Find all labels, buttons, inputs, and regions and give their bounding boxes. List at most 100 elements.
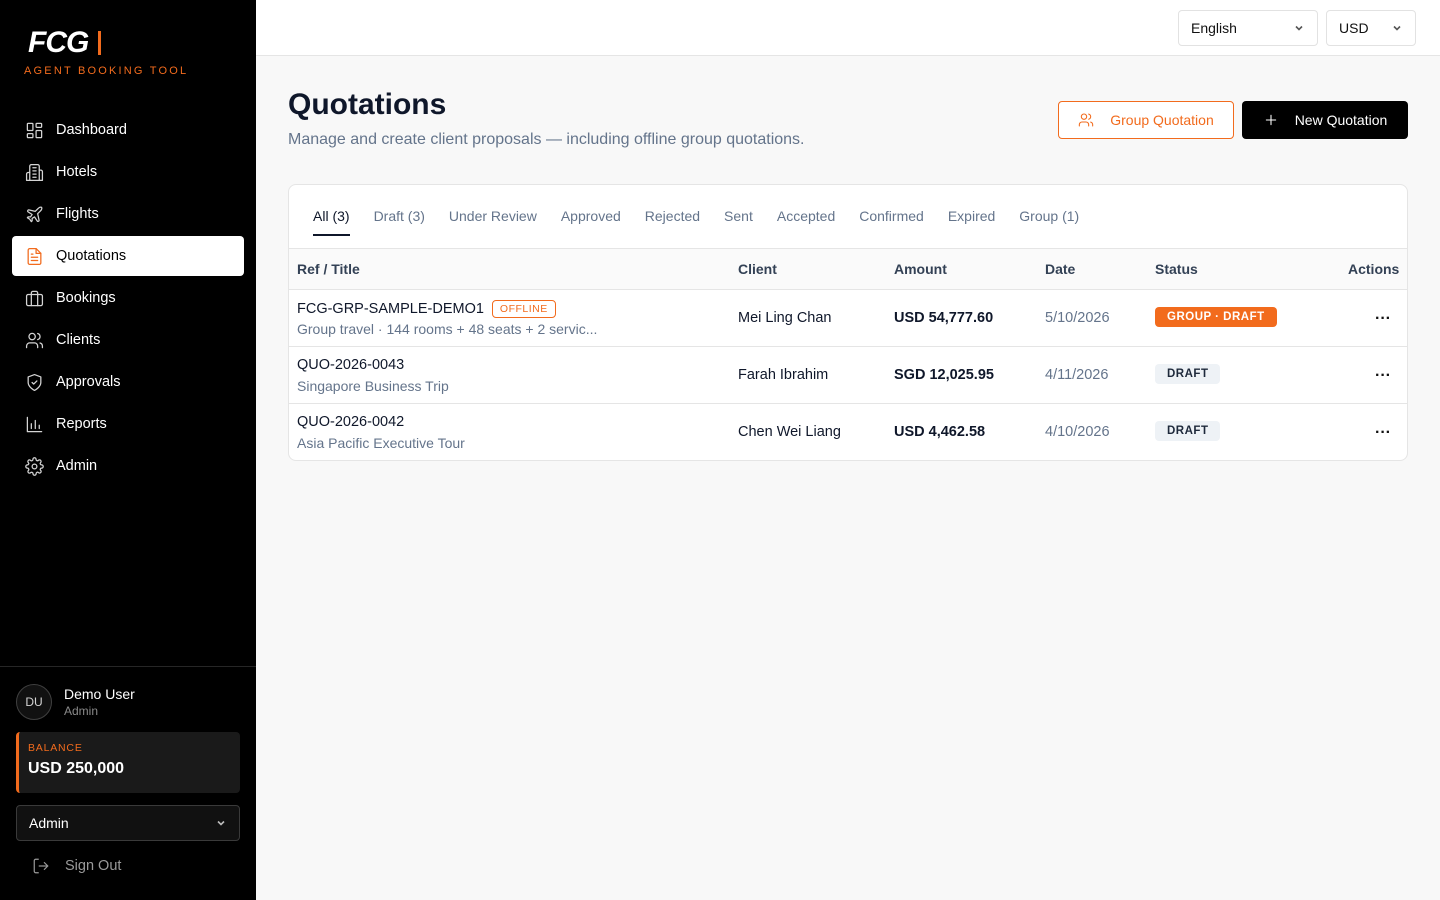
sidebar-item-label: Quotations xyxy=(56,248,127,264)
language-value: English xyxy=(1191,20,1237,36)
new-quotation-label: New Quotation xyxy=(1294,112,1388,128)
chevron-down-icon xyxy=(1393,25,1401,31)
column-header-client[interactable]: Client xyxy=(738,261,777,277)
sidebar-item-clients[interactable]: Clients xyxy=(12,320,244,360)
tab-accepted[interactable]: Accepted xyxy=(777,185,835,235)
logo[interactable]: FCG xyxy=(28,26,102,60)
column-header-status[interactable]: Status xyxy=(1155,261,1198,277)
currency-select[interactable]: USD xyxy=(1326,10,1416,46)
logout-icon xyxy=(33,858,49,874)
more-actions-icon[interactable]: ··· xyxy=(1371,421,1395,445)
sidebar-item-admin[interactable]: Admin xyxy=(12,446,244,486)
tab-draft[interactable]: Draft (3) xyxy=(374,185,425,235)
sign-out-label: Sign Out xyxy=(65,858,122,874)
more-actions-icon[interactable]: ··· xyxy=(1371,364,1395,388)
sidebar-nav: Dashboard Hotels Flights Quotations Book… xyxy=(12,110,244,488)
briefcase-icon xyxy=(24,288,44,308)
client-name: Mei Ling Chan xyxy=(738,310,832,326)
sidebar-item-flights[interactable]: Flights xyxy=(12,194,244,234)
sidebar-item-label: Admin xyxy=(56,458,98,474)
column-header-actions: Actions xyxy=(1348,261,1400,277)
document-icon xyxy=(24,246,44,266)
group-quotation-label: Group Quotation xyxy=(1110,112,1214,128)
tab-expired[interactable]: Expired xyxy=(948,185,995,235)
currency-value: USD xyxy=(1339,20,1369,36)
table-header: Ref / Title Client Amount Date Status Ac… xyxy=(289,248,1407,290)
sidebar-item-label: Hotels xyxy=(56,164,98,180)
sidebar-item-hotels[interactable]: Hotels xyxy=(12,152,244,192)
sidebar-item-reports[interactable]: Reports xyxy=(12,404,244,444)
quotation-ref[interactable]: QUO-2026-0042 xyxy=(297,414,404,430)
sidebar-item-bookings[interactable]: Bookings xyxy=(12,278,244,318)
sidebar-item-dashboard[interactable]: Dashboard xyxy=(12,110,244,150)
status-badge: DRAFT xyxy=(1155,421,1221,441)
table-row[interactable]: QUO-2026-0043 Singapore Business Trip Fa… xyxy=(289,347,1407,404)
sidebar-item-quotations[interactable]: Quotations xyxy=(12,236,244,276)
status-tabs: All (3) Draft (3) Under Review Approved … xyxy=(313,185,1103,248)
bar-chart-icon xyxy=(24,414,44,434)
chevron-down-icon xyxy=(1295,25,1303,31)
shield-check-icon xyxy=(24,372,44,392)
plus-icon xyxy=(1265,114,1276,126)
sign-out-button[interactable]: Sign Out xyxy=(32,857,121,875)
quotation-title: Singapore Business Trip xyxy=(297,378,449,394)
role-select-value: Admin xyxy=(29,815,69,831)
logo-subtitle: AGENT BOOKING TOOL xyxy=(24,65,189,77)
sidebar-item-label: Bookings xyxy=(56,290,116,306)
table-row[interactable]: FCG-GRP-SAMPLE-DEMO1 OFFLINE Group trave… xyxy=(289,290,1407,347)
tab-group[interactable]: Group (1) xyxy=(1019,185,1079,235)
user-profile[interactable]: DU Demo User Admin xyxy=(16,684,135,720)
tab-under-review[interactable]: Under Review xyxy=(449,185,537,235)
quotation-ref[interactable]: FCG-GRP-SAMPLE-DEMO1 xyxy=(297,301,484,317)
amount: SGD 12,025.95 xyxy=(894,367,994,383)
user-name: Demo User xyxy=(64,686,135,702)
users-icon xyxy=(1079,113,1094,127)
table-row[interactable]: QUO-2026-0042 Asia Pacific Executive Tou… xyxy=(289,404,1407,460)
page-title: Quotations xyxy=(288,88,447,121)
client-name: Chen Wei Liang xyxy=(738,424,841,440)
role-select[interactable]: Admin xyxy=(16,805,240,841)
sidebar-item-label: Reports xyxy=(56,416,107,432)
quotations-card: All (3) Draft (3) Under Review Approved … xyxy=(288,184,1408,461)
tab-sent[interactable]: Sent xyxy=(724,185,753,235)
sidebar-item-label: Approvals xyxy=(56,374,121,390)
tab-confirmed[interactable]: Confirmed xyxy=(859,185,924,235)
avatar: DU xyxy=(16,684,52,720)
sidebar-item-label: Clients xyxy=(56,332,101,348)
balance-card: BALANCE USD 250,000 xyxy=(16,732,240,793)
new-quotation-button[interactable]: New Quotation xyxy=(1242,101,1408,139)
client-name: Farah Ibrahim xyxy=(738,367,829,383)
column-header-date[interactable]: Date xyxy=(1045,261,1075,277)
language-select[interactable]: English xyxy=(1178,10,1318,46)
plane-icon xyxy=(24,204,44,224)
sidebar-item-label: Dashboard xyxy=(56,122,127,138)
gear-icon xyxy=(24,456,44,476)
sidebar-item-approvals[interactable]: Approvals xyxy=(12,362,244,402)
more-actions-icon[interactable]: ··· xyxy=(1371,307,1395,331)
tab-approved[interactable]: Approved xyxy=(561,185,621,235)
status-badge: DRAFT xyxy=(1155,364,1221,384)
logo-bar xyxy=(98,31,102,55)
amount: USD 54,777.60 xyxy=(894,310,994,326)
page-subtitle: Manage and create client proposals — inc… xyxy=(288,131,805,148)
group-quotation-button[interactable]: Group Quotation xyxy=(1058,101,1234,139)
sidebar-item-label: Flights xyxy=(56,206,99,222)
status-badge: GROUP · DRAFT xyxy=(1155,307,1277,327)
building-icon xyxy=(24,162,44,182)
balance-value: USD 250,000 xyxy=(28,760,125,777)
quotation-ref[interactable]: QUO-2026-0043 xyxy=(297,357,404,373)
quotation-title: Asia Pacific Executive Tour xyxy=(297,435,465,451)
balance-label: BALANCE xyxy=(28,742,83,754)
sidebar: FCG AGENT BOOKING TOOL Dashboard Hotels … xyxy=(0,0,256,900)
date: 5/10/2026 xyxy=(1045,310,1110,326)
column-header-ref[interactable]: Ref / Title xyxy=(297,261,360,277)
tab-rejected[interactable]: Rejected xyxy=(645,185,700,235)
quotation-title: Group travel · 144 rooms + 48 seats + 2 … xyxy=(297,321,598,337)
user-role: Admin xyxy=(64,704,99,718)
chevron-down-icon xyxy=(217,820,225,826)
top-bar: English USD xyxy=(256,0,1440,56)
sidebar-footer: DU Demo User Admin BALANCE USD 250,000 A… xyxy=(0,666,256,874)
amount: USD 4,462.58 xyxy=(894,424,986,440)
tab-all[interactable]: All (3) xyxy=(313,185,350,236)
column-header-amount[interactable]: Amount xyxy=(894,261,947,277)
